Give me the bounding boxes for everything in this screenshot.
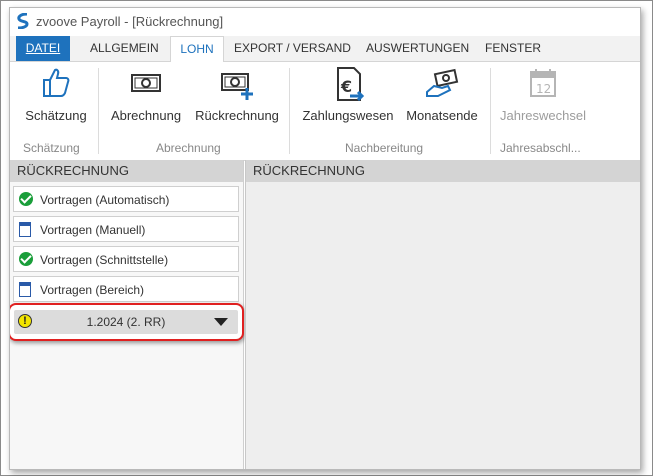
ribbon-group-abrechnung: Abrechnung [156,141,221,155]
title-bar: zvoove Payroll - [Rückrechnung] [10,8,640,34]
banknote-icon [131,74,161,92]
calendar-12-icon: 12 [530,69,556,97]
right-panel-content [245,182,640,469]
ribbon-group-jahresabschluss: Jahresabschl... [500,141,581,155]
ribbon: Schätzung Abrechnung Rückrechnung € Zahl… [10,62,640,161]
document-icon [19,222,31,237]
ribbon-group-nachbereitung: Nachbereitung [345,141,424,155]
monatsende-button[interactable]: Monatsende [404,66,480,123]
vortragen-automatisch-item[interactable]: Vortragen (Automatisch) [13,186,239,212]
money-hand-icon [426,68,459,97]
app-window: zvoove Payroll - [Rückrechnung] DATEI AL… [9,7,641,470]
ribbon-separator [98,68,99,154]
thumbs-up-icon [43,68,70,97]
svg-text:12: 12 [536,82,551,96]
banknote-plus-icon [221,73,253,100]
schaetzung-label: Schätzung [25,108,87,123]
schaetzung-button[interactable]: Schätzung [18,66,94,123]
menu-export-versand[interactable]: EXPORT / VERSAND [234,36,351,61]
abrechnung-label: Abrechnung [110,108,182,123]
item-label: Vortragen (Bereich) [40,283,145,297]
period-dropdown[interactable]: ! 1.2024 (2. RR) [14,310,238,334]
vortragen-manuell-item[interactable]: Vortragen (Manuell) [13,216,239,242]
item-label: Vortragen (Schnittstelle) [40,253,169,267]
period-selector-highlight: ! 1.2024 (2. RR) [10,303,244,341]
abrechnung-button[interactable]: Abrechnung [106,66,186,123]
menu-fenster[interactable]: FENSTER [485,36,541,61]
vortragen-schnittstelle-item[interactable]: Vortragen (Schnittstelle) [13,246,239,272]
left-panel-header: RÜCKRECHNUNG [10,160,243,182]
right-panel-header: RÜCKRECHNUNG [245,160,640,182]
menu-lohn[interactable]: LOHN [170,36,224,63]
screenshot-frame: zvoove Payroll - [Rückrechnung] DATEI AL… [0,0,653,476]
period-dropdown-value: 1.2024 (2. RR) [86,315,166,329]
zahlungswesen-label: Zahlungswesen [302,108,394,123]
svg-text:€: € [340,77,352,96]
chevron-down-icon[interactable] [214,318,228,326]
rueckrechnung-button[interactable]: Rückrechnung [192,66,282,123]
window-title: zvoove Payroll - [Rückrechnung] [36,14,224,29]
document-icon [19,282,31,297]
jahreswechsel-button[interactable]: 12 Jahreswechsel [498,66,588,123]
ribbon-group-schaetzung: Schätzung [23,141,80,155]
check-circle-icon [19,192,33,206]
item-label: Vortragen (Automatisch) [40,193,170,207]
ribbon-separator [490,68,491,154]
menu-allgemein[interactable]: ALLGEMEIN [90,36,159,61]
zahlungswesen-button[interactable]: € Zahlungswesen [300,66,396,123]
vortragen-bereich-item[interactable]: Vortragen (Bereich) [13,276,239,302]
app-logo-icon [17,13,29,29]
menu-datei[interactable]: DATEI [16,36,70,61]
euro-document-icon: € [337,67,365,102]
rueckrechnung-label: Rückrechnung [195,108,279,123]
ribbon-separator [289,68,290,154]
menu-bar: DATEI ALLGEMEIN LOHN EXPORT / VERSAND AU… [10,36,640,63]
check-circle-icon [19,252,33,266]
monatsende-label: Monatsende [406,108,478,123]
item-label: Vortragen (Manuell) [40,223,146,237]
jahreswechsel-label: Jahreswechsel [500,108,586,123]
menu-auswertungen[interactable]: AUSWERTUNGEN [366,36,469,61]
